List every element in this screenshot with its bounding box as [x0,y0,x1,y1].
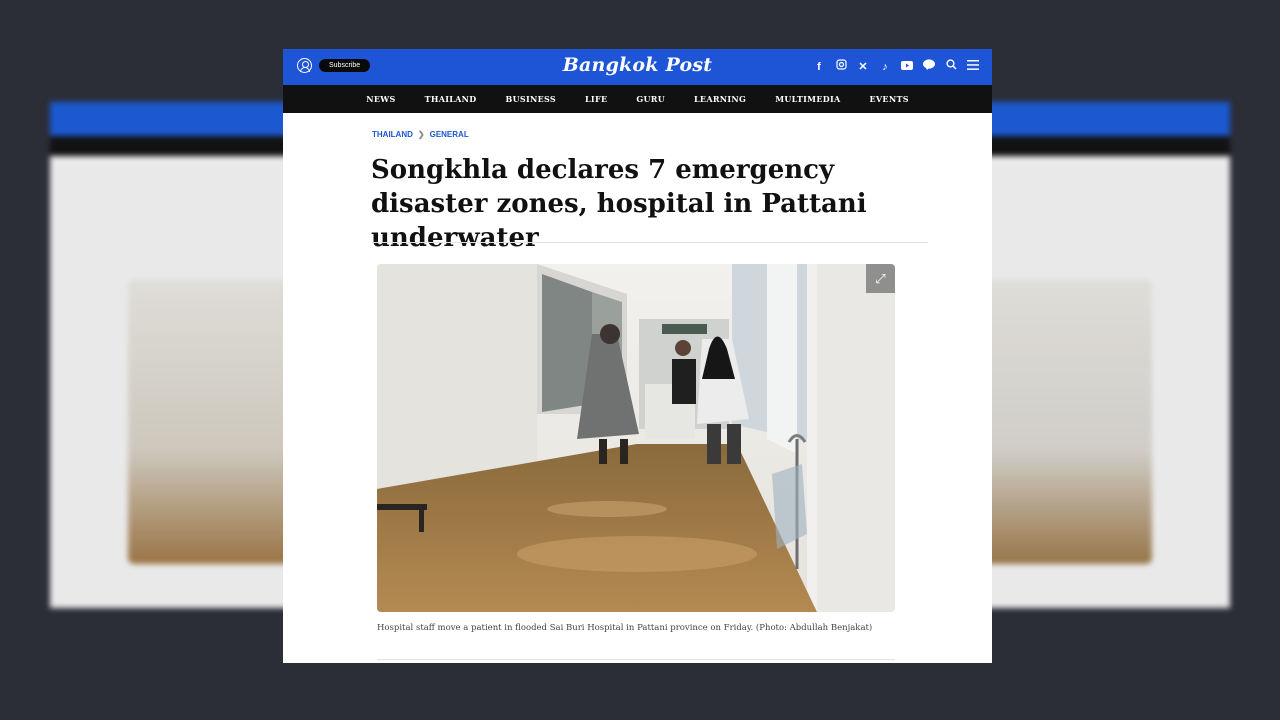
line-icon[interactable] [922,59,936,74]
nav-item-multimedia[interactable]: MULTIMEDIA [775,94,840,104]
divider [372,242,928,243]
instagram-icon[interactable] [834,59,848,74]
main-nav: NEWS THAILAND BUSINESS LIFE GURU LEARNIN… [283,85,992,113]
search-icon[interactable] [944,59,958,74]
youtube-icon[interactable] [900,60,914,74]
nav-item-thailand[interactable]: THAILAND [425,94,477,104]
breadcrumb-subsection[interactable]: GENERAL [430,130,469,139]
nav-item-life[interactable]: LIFE [585,94,607,104]
photo-caption: Hospital staff move a patient in flooded… [377,623,873,633]
breadcrumb-section[interactable]: THAILAND [372,130,413,139]
article-headline: Songkhla declares 7 emergency disaster z… [371,155,867,253]
top-bar: Subscribe Bangkok Post f ✕ ♪ [283,49,992,85]
menu-icon[interactable] [966,59,980,74]
nav-item-events[interactable]: EVENTS [870,94,909,104]
breadcrumb: THAILAND ❯ GENERAL [372,130,469,139]
x-icon[interactable]: ✕ [856,60,870,74]
divider [377,659,895,660]
nav-item-business[interactable]: BUSINESS [506,94,556,104]
nav-item-guru[interactable]: GURU [636,94,665,104]
chevron-right-icon: ❯ [417,130,425,139]
article-photo[interactable]: ⤢ [377,264,895,612]
expand-image-icon[interactable]: ⤢ [866,264,895,293]
article-page: Subscribe Bangkok Post f ✕ ♪ NEWS THAILA… [283,49,992,663]
nav-item-news[interactable]: NEWS [366,94,395,104]
facebook-icon[interactable]: f [812,60,826,74]
social-icons: f ✕ ♪ [812,59,980,74]
nav-item-learning[interactable]: LEARNING [694,94,746,104]
tiktok-icon[interactable]: ♪ [878,60,892,74]
